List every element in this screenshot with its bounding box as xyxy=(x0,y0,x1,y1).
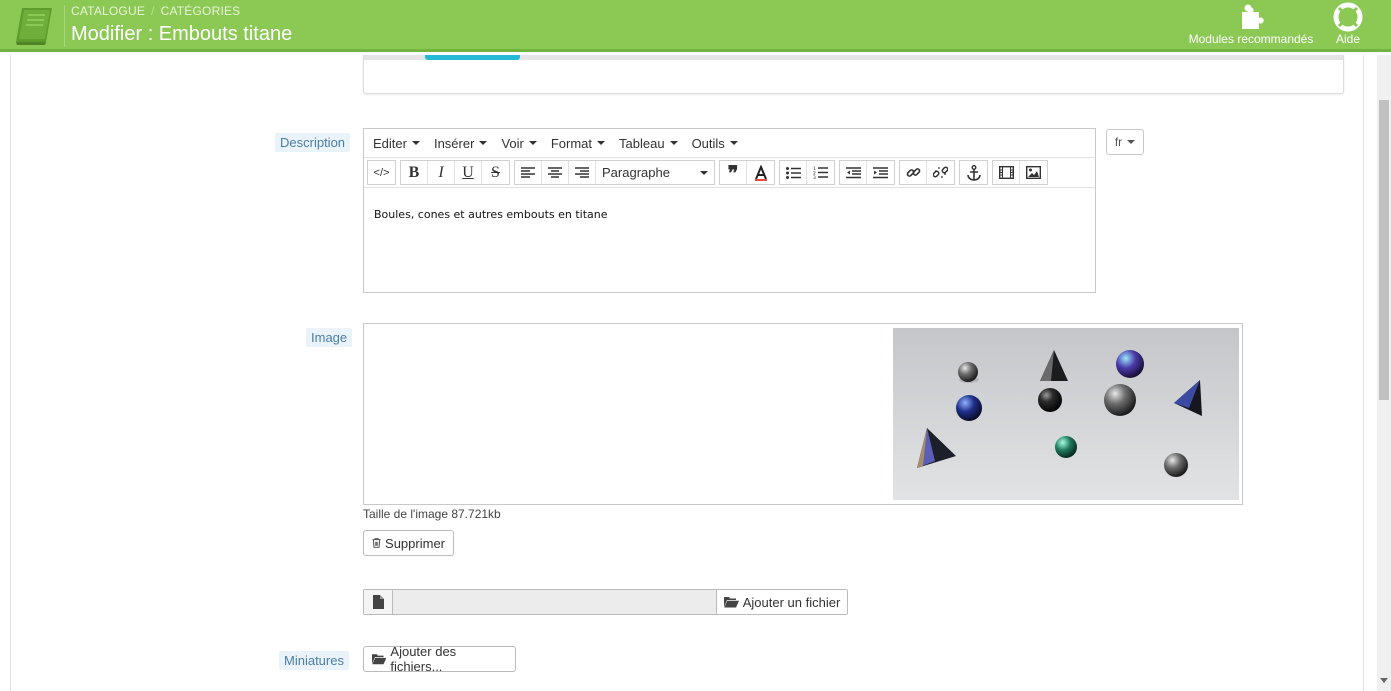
editor-menubar: Editer Insérer Voir Format Tableau Outil… xyxy=(364,129,1095,158)
toolbar-group-links xyxy=(899,160,955,185)
toolbar-group-indent xyxy=(839,160,895,185)
catalog-book-icon[interactable] xyxy=(12,4,56,46)
toolbar-group-format: B I U S xyxy=(400,160,510,185)
breadcrumb-categories[interactable]: CATÉGORIES xyxy=(161,4,241,18)
image-label: Image xyxy=(306,328,353,347)
delete-image-button[interactable]: Supprimer xyxy=(363,530,454,556)
breadcrumb-catalogue[interactable]: CATALOGUE xyxy=(71,4,145,18)
scroll-down-arrow-icon[interactable] xyxy=(1380,678,1388,683)
help-button[interactable]: Aide xyxy=(1330,0,1366,52)
toolbar-group-code: </> xyxy=(367,160,396,185)
scrollbar-thumb[interactable] xyxy=(1379,100,1389,400)
chevron-down-icon xyxy=(597,141,606,145)
svg-text:3: 3 xyxy=(813,175,816,179)
align-left-icon[interactable] xyxy=(515,161,542,184)
unlink-icon[interactable] xyxy=(927,161,954,184)
anchor-icon[interactable] xyxy=(960,161,987,184)
chevron-down-icon xyxy=(479,141,488,145)
breadcrumb-separator: / xyxy=(151,4,155,18)
right-content-edge xyxy=(1363,55,1377,691)
chevron-down-icon xyxy=(669,141,678,145)
menu-editer[interactable]: Editer xyxy=(366,136,427,151)
strikethrough-icon[interactable]: S xyxy=(482,161,509,184)
toolbar-group-anchor xyxy=(959,160,988,185)
category-image-thumbnail xyxy=(893,328,1239,500)
menu-outils[interactable]: Outils xyxy=(685,136,745,151)
file-icon xyxy=(364,590,393,614)
modules-label: Modules recommandés xyxy=(1188,32,1314,46)
underline-icon[interactable]: U xyxy=(455,161,482,184)
previous-field-panel xyxy=(363,55,1344,94)
chevron-down-icon xyxy=(411,141,420,145)
vertical-scrollbar[interactable] xyxy=(1377,55,1391,691)
numbered-list-icon[interactable]: 123 xyxy=(807,161,834,184)
lifebuoy-icon xyxy=(1333,2,1363,32)
language-select-button[interactable]: fr xyxy=(1106,129,1144,155)
menu-format[interactable]: Format xyxy=(544,136,612,151)
trash-icon xyxy=(372,538,381,548)
image-size-text: Taille de l'image 87.721kb xyxy=(363,507,501,521)
align-right-icon[interactable] xyxy=(569,161,596,184)
indent-icon[interactable] xyxy=(867,161,894,184)
toolbar-group-lists: 123 xyxy=(779,160,835,185)
toolbar-group-block: ❞ xyxy=(719,160,775,185)
rich-text-editor: Editer Insérer Voir Format Tableau Outil… xyxy=(363,128,1096,293)
folder-open-icon xyxy=(723,597,739,608)
chevron-down-icon xyxy=(1127,140,1136,144)
chevron-down-icon xyxy=(528,141,537,145)
outdent-icon[interactable] xyxy=(840,161,867,184)
text-color-icon[interactable] xyxy=(747,161,774,184)
image-icon[interactable] xyxy=(1020,161,1047,184)
bold-icon[interactable]: B xyxy=(401,161,428,184)
editor-content-area[interactable]: Boules, cones et autres embouts en titan… xyxy=(364,188,1095,241)
header-divider xyxy=(64,5,65,47)
paragraph-format-select[interactable]: Paragraphe xyxy=(596,161,714,184)
add-file-button[interactable]: Ajouter un fichier xyxy=(717,590,847,614)
menu-tableau[interactable]: Tableau xyxy=(612,136,685,151)
chevron-down-icon xyxy=(729,141,738,145)
left-sidebar-edge xyxy=(0,55,11,691)
menu-voir[interactable]: Voir xyxy=(494,136,543,151)
page-title: Modifier : Embouts titane xyxy=(71,23,293,45)
miniatures-label: Miniatures xyxy=(279,651,349,670)
chevron-down-icon xyxy=(700,170,708,175)
align-center-icon[interactable] xyxy=(542,161,569,184)
image-preview-box xyxy=(363,323,1243,505)
top-header: CATALOGUE / CATÉGORIES Modifier : Embouts … xyxy=(0,0,1391,52)
previous-field-tag[interactable] xyxy=(425,55,520,60)
breadcrumb: CATALOGUE / CATÉGORIES xyxy=(71,4,240,18)
help-label: Aide xyxy=(1335,32,1361,46)
link-icon[interactable] xyxy=(900,161,927,184)
blockquote-icon[interactable]: ❞ xyxy=(720,161,747,185)
toolbar-group-media xyxy=(992,160,1048,185)
folder-open-icon xyxy=(372,654,387,665)
file-name-field[interactable] xyxy=(393,590,717,614)
editor-toolbar: </> B I U S Paragraphe ❞ 1 2 3 xyxy=(364,158,1095,188)
menu-inserer[interactable]: Insérer xyxy=(427,136,494,151)
recommended-modules-button[interactable]: Modules recommandés xyxy=(1180,0,1322,52)
file-upload-group: Ajouter un fichier xyxy=(363,589,848,615)
source-code-icon[interactable]: </> xyxy=(368,161,395,184)
bullet-list-icon[interactable] xyxy=(780,161,807,184)
italic-icon[interactable]: I xyxy=(428,161,455,184)
toolbar-group-align: Paragraphe xyxy=(514,160,715,185)
puzzle-icon xyxy=(1242,4,1264,30)
video-icon[interactable] xyxy=(993,161,1020,184)
description-label: Description xyxy=(275,133,351,152)
add-files-button[interactable]: Ajouter des fichiers... xyxy=(363,644,516,674)
